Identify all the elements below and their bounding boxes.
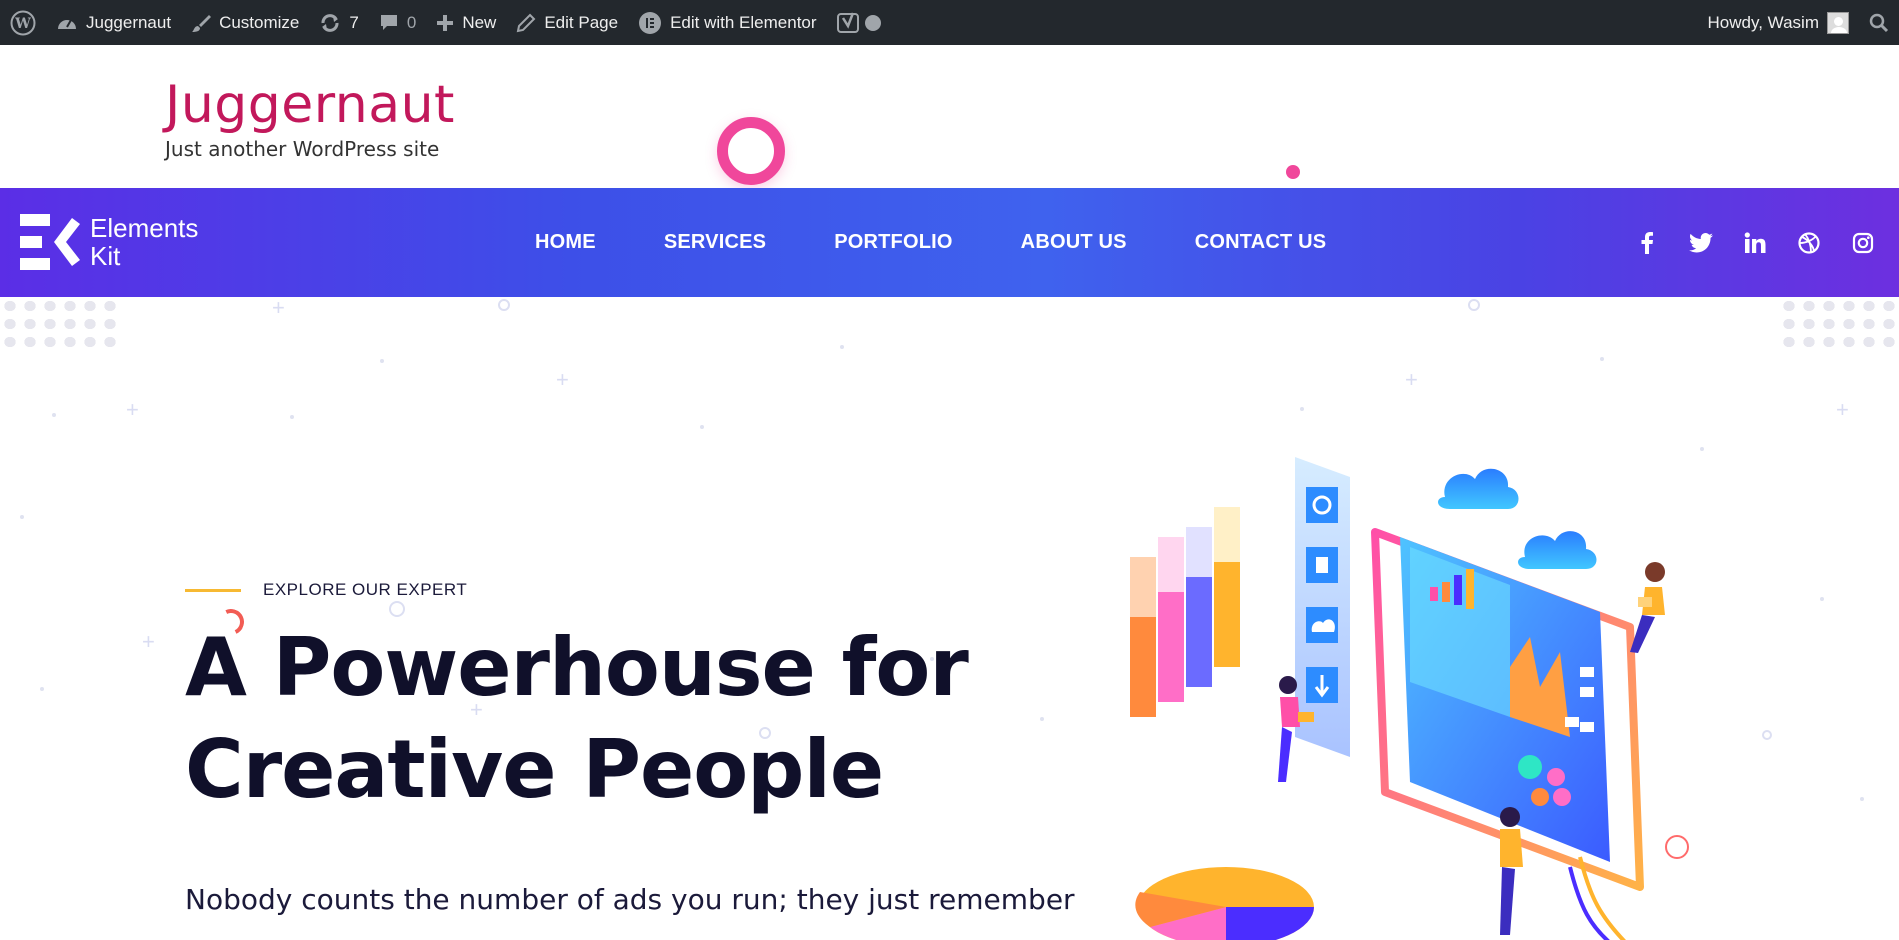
circle-decoration <box>1468 299 1480 311</box>
kicker-line <box>185 588 241 592</box>
cloud-icon <box>1438 468 1597 569</box>
dashboard-icon <box>58 19 76 29</box>
updates-link[interactable]: 7 <box>309 0 368 45</box>
hero-headline: A Powerhouse for Creative People <box>185 617 969 821</box>
site-title[interactable]: Juggernaut <box>165 75 455 135</box>
dot-decoration <box>40 687 44 691</box>
dot-decoration <box>380 359 384 363</box>
edit-page-label: Edit Page <box>544 12 619 32</box>
dot-decoration <box>1300 407 1304 411</box>
plus-decoration: + <box>272 297 285 320</box>
plus-decoration: + <box>126 397 139 422</box>
nav-item-services[interactable]: SERVICES <box>664 231 766 254</box>
pie-chart-object <box>1135 867 1314 940</box>
nav-item-about-us[interactable]: ABOUT US <box>1021 231 1127 254</box>
headline-line-1: A Powerhouse for <box>185 621 969 714</box>
new-content-link[interactable]: New <box>426 0 506 45</box>
site-description: Just another WordPress site <box>165 137 440 161</box>
site-name-menu[interactable]: Juggernaut <box>46 0 181 45</box>
pencil-icon <box>517 13 536 32</box>
decorative-ring <box>717 117 785 185</box>
hero-section: + + + + + + + EXPLORE OUR EXPERT A Power… <box>0 297 1899 940</box>
dot-decoration <box>290 415 294 419</box>
yoast-seo-menu[interactable] <box>827 0 891 45</box>
primary-menu: HOME SERVICES PORTFOLIO ABOUT US CONTACT… <box>535 188 1326 297</box>
hero-kicker: EXPLORE OUR EXPERT <box>185 580 467 600</box>
dot-grid-decoration-right <box>1779 297 1899 352</box>
updates-icon <box>321 13 339 32</box>
plus-decoration: + <box>1405 367 1418 392</box>
my-account-menu[interactable]: Howdy, Wasim <box>1698 0 1859 45</box>
dot-decoration <box>840 345 844 349</box>
new-label: New <box>462 12 497 32</box>
elementskit-logo-mark <box>20 214 80 270</box>
edit-elementor-label: Edit with Elementor <box>670 12 817 32</box>
dot-decoration <box>20 515 24 519</box>
edit-page-link[interactable]: Edit Page <box>506 0 628 45</box>
plus-decoration: + <box>556 367 569 392</box>
logo-line2: Kit <box>90 241 121 271</box>
dot-decoration <box>1040 717 1044 721</box>
cube-stacks <box>1130 507 1240 717</box>
hero-lead-text: Nobody counts the number of ads you run;… <box>185 883 1075 916</box>
linkedin-icon[interactable] <box>1743 231 1767 255</box>
main-navigation: Elements Kit HOME SERVICES PORTFOLIO ABO… <box>0 188 1899 297</box>
seo-status-dot <box>864 14 881 31</box>
customize-link[interactable]: Customize <box>181 0 309 45</box>
dot-decoration <box>52 413 56 417</box>
instagram-icon[interactable] <box>1851 231 1875 255</box>
person-sitting <box>1630 562 1665 653</box>
dot-decoration <box>1600 357 1604 361</box>
dribbble-icon[interactable] <box>1797 231 1821 255</box>
plus-decoration: + <box>142 629 155 654</box>
comments-count: 0 <box>406 12 417 32</box>
headline-line-2: Creative People <box>185 723 884 816</box>
svg-text:W: W <box>14 16 31 32</box>
updates-count: 7 <box>349 12 359 32</box>
edit-elementor-link[interactable]: Edit with Elementor <box>628 0 826 45</box>
circle-decoration <box>389 601 405 617</box>
site-header: Juggernaut Just another WordPress site <box>0 45 1899 188</box>
dot-grid-decoration-left <box>0 297 120 352</box>
logo-text: Elements Kit <box>90 214 198 270</box>
customize-label: Customize <box>219 12 300 32</box>
circle-decoration <box>1762 730 1772 740</box>
wordpress-icon: W <box>10 10 36 35</box>
site-name-label: Juggernaut <box>86 12 172 32</box>
social-links <box>1605 188 1875 297</box>
admin-bar: W Juggernaut Customize 7 0 New Edit Page… <box>0 0 1899 45</box>
nav-item-portfolio[interactable]: PORTFOLIO <box>834 231 952 254</box>
person-standing-right <box>1500 807 1523 935</box>
avatar <box>1827 11 1849 34</box>
circle-decoration <box>498 299 510 311</box>
howdy-label: Howdy, Wasim <box>1707 12 1819 32</box>
plus-icon <box>437 14 454 31</box>
dot-decoration <box>1860 797 1864 801</box>
plus-decoration: + <box>1836 397 1849 422</box>
comments-link[interactable]: 0 <box>369 0 426 45</box>
brush-icon <box>192 14 212 32</box>
facebook-icon[interactable] <box>1635 231 1659 255</box>
comment-icon <box>380 14 397 30</box>
decorative-dot <box>1286 165 1300 179</box>
logo-line1: Elements <box>90 213 199 243</box>
kicker-text: EXPLORE OUR EXPERT <box>263 580 468 599</box>
elementskit-logo[interactable]: Elements Kit <box>20 214 198 270</box>
wordpress-logo-button[interactable]: W <box>0 0 46 45</box>
dot-decoration <box>700 425 704 429</box>
hero-illustration <box>1130 457 1689 940</box>
nav-item-contact-us[interactable]: CONTACT US <box>1195 231 1327 254</box>
nav-item-home[interactable]: HOME <box>535 231 596 254</box>
search-icon <box>1869 13 1889 32</box>
search-button[interactable] <box>1859 0 1899 45</box>
elementor-icon <box>639 11 662 34</box>
twitter-icon[interactable] <box>1689 231 1713 255</box>
yoast-icon <box>836 12 859 33</box>
dot-decoration <box>1820 597 1824 601</box>
